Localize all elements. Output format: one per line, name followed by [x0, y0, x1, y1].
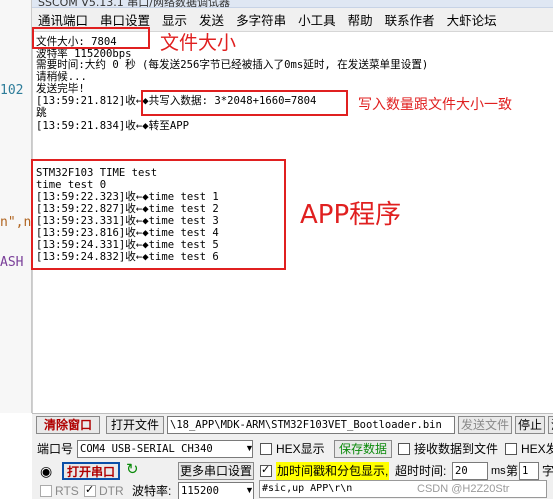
write-count-annotation: 写入数量跟文件大小一致 — [358, 97, 512, 113]
more-settings-button[interactable]: 更多串口设置 — [178, 462, 254, 480]
stop-button[interactable]: 停止 — [515, 416, 545, 434]
control-row-port: 端口号 COM4 USB-SERIAL CH340 ▼ HEX显示 保存数据 接… — [32, 439, 553, 461]
byte-label: 字节 — [542, 464, 553, 478]
hex-send-label: HEX发 — [521, 442, 553, 456]
port-label: 端口号 — [37, 442, 74, 456]
timeout-input[interactable]: 20 — [452, 462, 488, 480]
terminal-line: 跳 — [36, 107, 47, 119]
menu-contact[interactable]: 联系作者 — [379, 10, 441, 29]
menu-multi-string[interactable]: 多字符串 — [230, 10, 292, 29]
page-label: 第 — [506, 464, 519, 478]
file-size-annotation: 文件大小 — [160, 32, 237, 54]
rts-label: RTS — [55, 484, 79, 498]
open-file-button[interactable]: 打开文件 — [106, 416, 164, 434]
window-title-bar: SSCOM V5.13.1 串口/网络数据调试器 — [32, 0, 553, 8]
hex-display-label: HEX显示 — [276, 442, 325, 456]
editor-fragment: ASH — [0, 255, 24, 270]
control-panel: 清除窗口 打开文件 \18_APP\MDK-ARM\STM32F103VET_B… — [32, 413, 553, 499]
menu-display[interactable]: 显示 — [156, 10, 193, 29]
clear-send-button[interactable]: 清发 — [548, 416, 553, 434]
timestamp-label: 加时间戳和分包显示, — [276, 462, 390, 480]
timestamp-checkbox[interactable] — [260, 463, 272, 477]
recv-to-file-checkbox[interactable] — [398, 443, 410, 455]
menu-send[interactable]: 发送 — [193, 10, 230, 29]
port-status-icon: ◉ — [40, 463, 53, 479]
editor-fragment: n",n — [0, 215, 32, 230]
save-data-button[interactable]: 保存数据 — [334, 440, 392, 458]
hex-display-checkbox[interactable] — [260, 443, 272, 455]
dtr-label: DTR — [99, 484, 124, 498]
open-port-button[interactable]: 打开串口 — [62, 462, 120, 480]
hex-send-checkbox[interactable] — [505, 443, 517, 455]
terminal-line: 请稍候... — [36, 71, 87, 83]
terminal-line: 需要时间:大约 0 秒 (每发送256字节已经被插入了0ms延时, 在发送菜单里… — [36, 59, 429, 71]
control-row-baud: RTS DTR 波特率: 115200 ▼ #sic,up APP\r\n CS… — [32, 480, 553, 499]
terminal-line: 发送完毕! — [36, 83, 85, 95]
clear-window-button[interactable]: 清除窗口 — [36, 416, 100, 434]
timeout-label: 超时时间: — [395, 464, 447, 478]
refresh-icon[interactable]: ↻ — [126, 461, 139, 479]
control-row-open: ◉ 打开串口 ↻ 更多串口设置 加时间戳和分包显示, 超时时间: 20 ms 第… — [32, 460, 553, 482]
file-size-highlight-box — [32, 27, 150, 49]
page-input[interactable]: 1 — [519, 462, 539, 480]
chevron-down-icon[interactable]: ▼ — [245, 481, 254, 499]
code-editor-strip: 102 n",n ASH — [0, 0, 32, 413]
chevron-down-icon[interactable]: ▼ — [245, 439, 254, 457]
watermark: CSDN @H2Z20Str — [417, 483, 510, 495]
write-count-highlight-box — [141, 90, 348, 116]
terminal-line: [13:59:21.834]收←◆转至APP — [36, 120, 189, 132]
send-file-button[interactable]: 发送文件 — [458, 416, 512, 434]
file-path-field[interactable]: \18_APP\MDK-ARM\STM32F103VET_Bootloader.… — [167, 416, 455, 434]
menu-tools[interactable]: 小工具 — [292, 10, 342, 29]
rts-checkbox[interactable] — [40, 485, 52, 497]
dtr-checkbox[interactable] — [84, 483, 96, 497]
recv-to-file-label: 接收数据到文件 — [414, 442, 499, 456]
window-title: SSCOM V5.13.1 串口/网络数据调试器 — [38, 0, 231, 8]
baud-label: 波特率: — [132, 484, 172, 498]
port-select[interactable]: COM4 USB-SERIAL CH340 — [77, 440, 253, 458]
app-output-highlight-box — [31, 159, 286, 270]
control-row-file: 清除窗口 打开文件 \18_APP\MDK-ARM\STM32F103VET_B… — [32, 416, 553, 438]
timeout-unit: ms — [491, 465, 506, 477]
menu-help[interactable]: 帮助 — [342, 10, 379, 29]
screenshot-root: 102 n",n ASH SSCOM V5.13.1 串口/网络数据调试器 通讯… — [0, 0, 553, 499]
editor-fragment: 102 — [0, 83, 24, 98]
menu-forum[interactable]: 大虾论坛 — [441, 10, 503, 29]
app-program-annotation: APP程序 — [300, 200, 402, 230]
baud-select[interactable]: 115200 — [178, 482, 254, 499]
